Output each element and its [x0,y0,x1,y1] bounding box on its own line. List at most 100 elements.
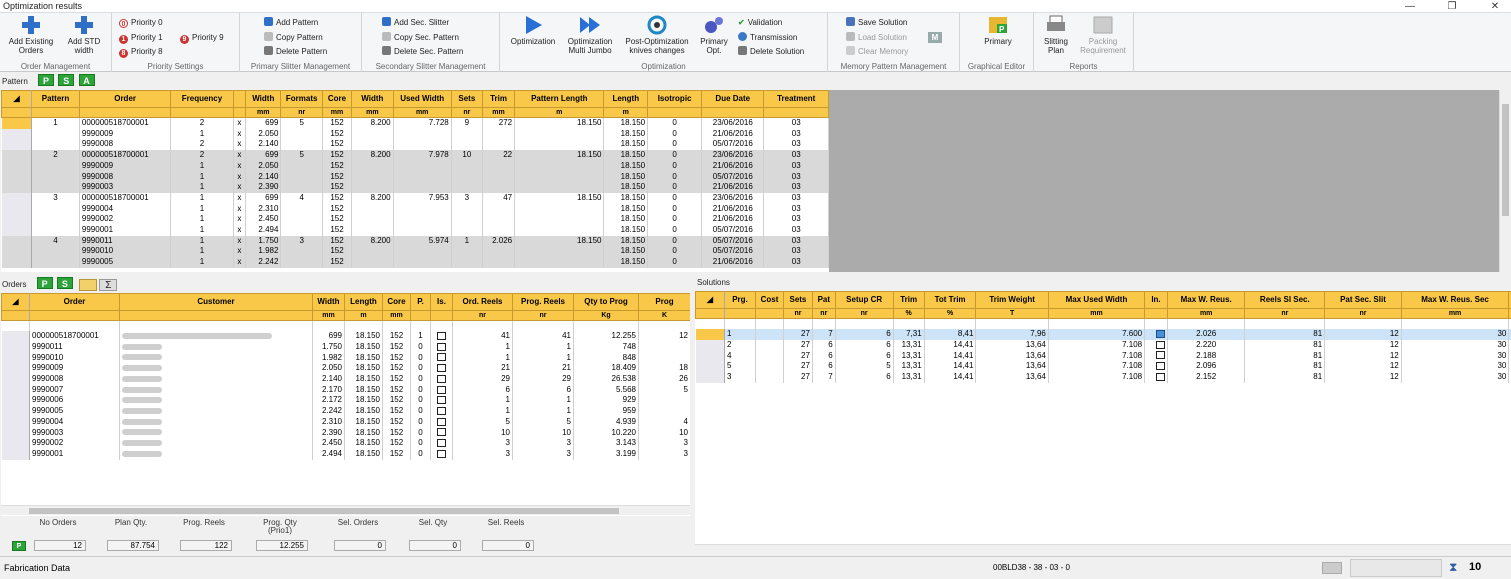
isotropic-checkbox-cell[interactable] [430,352,453,364]
column-header[interactable]: Length [603,90,649,108]
checkbox[interactable] [437,428,446,437]
row-header[interactable] [1,352,30,364]
clear-memory-button[interactable]: Clear Memory [846,46,908,58]
spellcheck-icon[interactable] [79,278,98,291]
solutions-horizontal-scrollbar[interactable] [695,544,1511,546]
table-row[interactable]: 9990011 1.750 18.150 152 0 1 1 748 [1,341,690,353]
table-row[interactable]: 1 27 7 6 7,31 8,41 7,96 7.600 2.026 81 12 30 [695,329,1511,340]
in-checkbox-cell[interactable] [1144,361,1168,372]
row-header[interactable] [1,448,30,460]
row-header[interactable] [1,182,33,193]
table-row[interactable]: 9990003 2.390 18.150 152 0 10 10 10.220 10 [1,427,690,439]
scroll-thumb[interactable] [1502,104,1509,216]
table-row[interactable]: 9990001 2.494 18.150 152 0 3 3 3.199 3 [1,448,690,460]
priority-8-button[interactable]: 8 Priority 8 [119,46,163,58]
column-header[interactable]: Order [29,293,120,311]
packing-requirement-button[interactable]: Packing Requirement [1078,15,1128,55]
copy-sec-pattern-button[interactable]: Copy Sec. Pattern [382,32,459,44]
checkbox[interactable] [437,353,446,362]
copy-pattern-button[interactable]: Copy Pattern [264,32,323,44]
checkbox[interactable] [437,364,446,373]
column-header[interactable]: Pat Sec. Slit [1324,291,1402,309]
table-row[interactable]: 3 27 7 6 13,31 14,41 13,64 7.108 2.152 81 12 30 [695,372,1511,383]
row-header[interactable] [1,384,30,396]
table-row[interactable]: 9990008 2.140 18.150 152 0 29 29 26.538 26 [1,374,690,385]
sigma-icon[interactable]: Σ [99,278,118,291]
column-header[interactable]: Max W. Reus. Sec [1400,291,1510,309]
checkbox[interactable] [1155,351,1165,360]
corner-header[interactable]: ◢ [695,291,725,309]
column-header[interactable]: Trim [892,291,925,309]
column-header[interactable]: Due Date [701,90,765,108]
isotropic-checkbox-cell[interactable] [430,448,453,460]
table-row[interactable]: 9990008 2 x 2.140 152 18.150 0 05/07/2016 03 [1,139,829,151]
row-header[interactable] [1,416,30,428]
table-row[interactable]: 9990001 1 x 2.494 152 18.150 0 05/07/2016 03 [1,225,829,236]
isotropic-checkbox-cell[interactable] [430,406,453,417]
checkbox[interactable] [1155,330,1165,339]
column-header[interactable]: Prog. Reels [512,293,574,311]
checkbox[interactable] [437,449,446,458]
delete-sec-pattern-button[interactable]: Delete Sec. Pattern [382,46,463,58]
isotropic-checkbox-cell[interactable] [430,395,453,407]
column-header[interactable]: Width [351,90,394,108]
add-pattern-button[interactable]: Add Pattern [264,17,318,29]
transmission-button[interactable]: Transmission [738,32,797,44]
row-header[interactable] [1,203,33,215]
checkbox[interactable] [1155,340,1165,349]
column-header[interactable]: Core [321,90,353,108]
row-header[interactable] [695,329,725,340]
in-checkbox-cell[interactable] [1144,329,1168,340]
table-row[interactable]: 9990008 1 x 2.140 152 18.150 0 05/07/2016 03 [1,171,829,183]
row-header[interactable] [1,246,33,258]
column-header[interactable]: Sets [450,90,483,108]
column-header[interactable]: Pattern [31,90,80,108]
row-header[interactable] [1,395,30,407]
validation-button[interactable]: ✔ Validation [738,17,782,29]
in-checkbox-cell[interactable] [1144,350,1168,362]
add-std-width-button[interactable]: Add STD width [60,15,108,55]
table-row[interactable]: 9990004 1 x 2.310 152 18.150 0 21/06/2016 03 [1,203,829,215]
table-row[interactable]: 000000518700001 699 18.150 152 1 41 41 12.255 12 [1,331,690,342]
row-header[interactable] [1,139,33,151]
column-header[interactable]: Tot Trim [923,291,977,309]
table-row[interactable]: 9990010 1 x 1.982 152 18.150 0 05/07/2016 03 [1,246,829,258]
close-button[interactable]: ✕ [1485,0,1505,13]
table-row[interactable]: 1 000000518700001 2 x 699 5 152 8.200 7.728 9 272 1… [1,117,829,129]
checkbox[interactable] [437,439,446,448]
isotropic-checkbox-cell[interactable] [430,374,453,385]
orders-p-button[interactable]: P [36,277,53,289]
corner-header[interactable]: ◢ [1,293,30,311]
orders-s-button[interactable]: S [56,277,73,289]
row-header[interactable] [695,350,725,362]
row-header[interactable] [1,374,30,385]
row-header[interactable] [1,406,30,417]
delete-pattern-button[interactable]: Delete Pattern [264,46,327,58]
table-row[interactable]: 9990010 1.982 18.150 152 0 1 1 848 [1,352,690,364]
column-header[interactable]: Used Width [392,90,452,108]
table-row[interactable]: 9990006 2.172 18.150 152 0 1 1 929 [1,395,690,407]
isotropic-checkbox-cell[interactable] [430,427,453,439]
column-header[interactable]: Max Used Width [1047,291,1146,309]
column-header[interactable]: Treatment [763,90,829,108]
column-header[interactable]: Order [78,90,172,108]
column-header[interactable]: Pattern Length [514,90,605,108]
row-header[interactable] [1,117,33,129]
column-header[interactable]: Trim [481,90,516,108]
column-header[interactable]: Width [312,293,345,311]
row-header[interactable] [1,341,30,353]
row-header[interactable] [695,372,725,383]
checkbox[interactable] [437,332,446,341]
column-header[interactable]: Cost [755,291,784,309]
primary-opt-button[interactable]: Primary Opt. [696,15,732,55]
slitting-plan-button[interactable]: Slitting Plan [1038,15,1074,55]
priority-1-button[interactable]: 1 Priority 1 [119,32,163,44]
row-header[interactable] [1,128,33,140]
row-header[interactable] [695,339,725,351]
summary-p-button[interactable]: P [12,541,26,551]
optimization-multi-jumbo-button[interactable]: Optimization Multi Jumbo [562,15,618,55]
column-header[interactable]: Setup CR [834,291,894,309]
column-header[interactable]: P. [410,293,431,311]
table-row[interactable]: 9990003 1 x 2.390 152 18.150 0 21/06/2016 03 [1,182,829,193]
column-header[interactable]: Width [245,90,282,108]
